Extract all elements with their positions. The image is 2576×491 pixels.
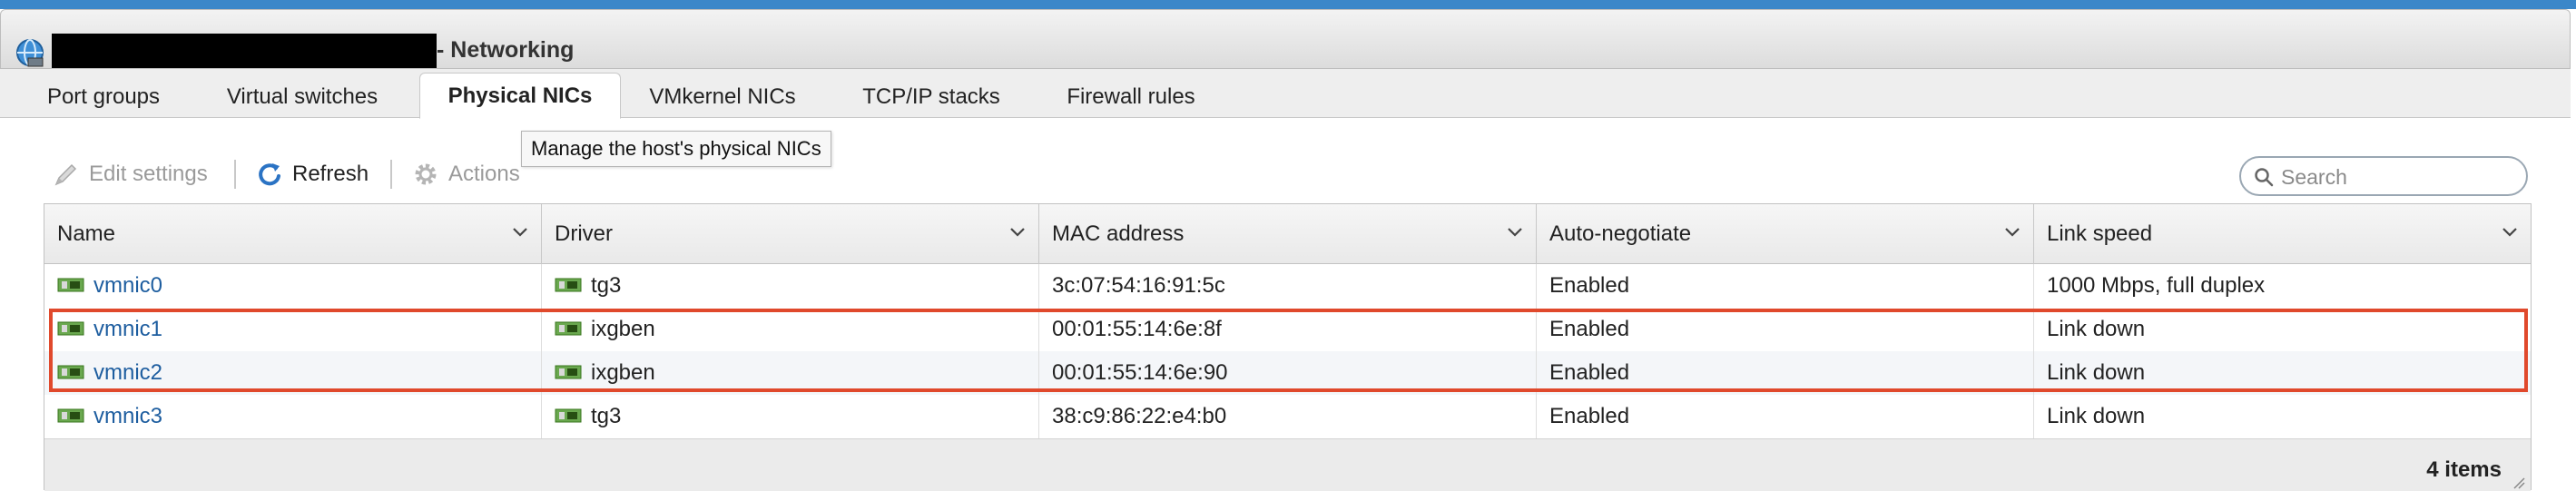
window-titlebar: - Networking bbox=[0, 9, 2571, 69]
column-header-link-speed[interactable]: Link speed bbox=[2034, 204, 2531, 264]
physical-nics-table: Name Driver MAC address Auto-negotiate L… bbox=[44, 203, 2532, 491]
item-count: 4 items bbox=[2426, 457, 2502, 482]
link-speed-cell: Link down bbox=[2047, 317, 2146, 341]
nic-card-icon bbox=[57, 365, 84, 379]
search-icon bbox=[2255, 168, 2274, 187]
driver-label: ixgben bbox=[591, 360, 655, 385]
column-header-auto-negotiate[interactable]: Auto-negotiate bbox=[1537, 204, 2034, 264]
nic-card-icon bbox=[555, 365, 582, 379]
nic-card-icon bbox=[555, 408, 582, 423]
column-header-driver[interactable]: Driver bbox=[542, 204, 1039, 264]
tab-tcpip-stacks[interactable]: TCP/IP stacks bbox=[842, 76, 1020, 118]
column-header-label: Link speed bbox=[2047, 221, 2153, 246]
top-accent-strip bbox=[0, 0, 2576, 9]
nic-card-icon bbox=[57, 278, 84, 292]
column-header-label: Auto-negotiate bbox=[1549, 221, 1692, 246]
nic-card-icon bbox=[555, 278, 582, 292]
mac-cell: 00:01:55:14:6e:90 bbox=[1039, 351, 1537, 395]
nic-name-link[interactable]: vmnic2 bbox=[93, 360, 162, 385]
gear-icon bbox=[415, 163, 437, 185]
link-speed-cell: Link down bbox=[2047, 360, 2146, 385]
chevron-down-icon[interactable] bbox=[1009, 227, 1026, 238]
mac-cell: 38:c9:86:22:e4:b0 bbox=[1039, 395, 1537, 438]
nic-name-link[interactable]: vmnic3 bbox=[93, 404, 162, 428]
nic-card-icon bbox=[57, 408, 84, 423]
host-globe-icon bbox=[16, 39, 44, 67]
mac-cell: 3c:07:54:16:91:5c bbox=[1039, 264, 1537, 308]
column-header-label: Name bbox=[57, 221, 116, 246]
driver-cell: tg3 bbox=[542, 395, 1039, 438]
column-header-mac[interactable]: MAC address bbox=[1039, 204, 1537, 264]
actions-label: Actions bbox=[448, 162, 520, 186]
link-speed-cell: 1000 Mbps, full duplex bbox=[2047, 273, 2266, 298]
refresh-button[interactable]: Refresh bbox=[256, 160, 383, 189]
tab-virtual-switches[interactable]: Virtual switches bbox=[207, 76, 398, 118]
edit-settings-label: Edit settings bbox=[89, 162, 208, 186]
tab-firewall-rules[interactable]: Firewall rules bbox=[1053, 76, 1209, 118]
chevron-down-icon[interactable] bbox=[1507, 227, 1523, 238]
search-input[interactable] bbox=[2279, 162, 2519, 192]
mac-cell: 00:01:55:14:6e:8f bbox=[1039, 308, 1537, 351]
nic-card-icon bbox=[57, 321, 84, 336]
chevron-down-icon[interactable] bbox=[2004, 227, 2020, 238]
driver-label: tg3 bbox=[591, 273, 622, 298]
refresh-label: Refresh bbox=[292, 162, 369, 186]
toolbar-divider bbox=[390, 160, 392, 189]
table-header: Name Driver MAC address Auto-negotiate L… bbox=[44, 204, 2531, 264]
driver-label: ixgben bbox=[591, 317, 655, 341]
nic-card-icon bbox=[555, 321, 582, 336]
toolbar-divider bbox=[234, 160, 236, 189]
tab-physical-nics[interactable]: Physical NICs bbox=[419, 73, 621, 119]
refresh-icon bbox=[259, 163, 280, 186]
table-row[interactable]: vmnic1 ixgben 00:01:55:14:6e:8f Enabled … bbox=[44, 308, 2531, 351]
chevron-down-icon[interactable] bbox=[512, 227, 528, 238]
driver-cell: tg3 bbox=[542, 264, 1039, 308]
column-header-name[interactable]: Name bbox=[44, 204, 542, 264]
name-cell: vmnic3 bbox=[44, 395, 542, 438]
table-row[interactable]: vmnic0 tg3 3c:07:54:16:91:5c Enabled 100… bbox=[44, 264, 2531, 308]
tab-tooltip: Manage the host's physical NICs bbox=[521, 131, 831, 167]
auto-negotiate-cell: Enabled bbox=[1537, 395, 2034, 438]
link-speed-cell: Link down bbox=[2047, 404, 2146, 428]
table-footer: 4 items bbox=[44, 438, 2531, 491]
nic-name-link[interactable]: vmnic1 bbox=[93, 317, 162, 341]
column-header-label: MAC address bbox=[1052, 221, 1185, 246]
driver-cell: ixgben bbox=[542, 351, 1039, 395]
auto-negotiate-cell: Enabled bbox=[1537, 351, 2034, 395]
tab-vmkernel-nics[interactable]: VMkernel NICs bbox=[634, 76, 811, 118]
nic-name-link[interactable]: vmnic0 bbox=[93, 273, 162, 298]
table-row[interactable]: vmnic3 tg3 38:c9:86:22:e4:b0 Enabled Lin… bbox=[44, 395, 2531, 438]
page-title: - Networking bbox=[437, 37, 575, 63]
chevron-down-icon[interactable] bbox=[2502, 227, 2518, 238]
tab-port-groups[interactable]: Port groups bbox=[22, 76, 185, 118]
resize-grip-icon[interactable] bbox=[2512, 476, 2525, 489]
redacted-hostname bbox=[52, 34, 437, 68]
auto-negotiate-cell: Enabled bbox=[1537, 308, 2034, 351]
name-cell: vmnic0 bbox=[44, 264, 542, 308]
column-header-label: Driver bbox=[555, 221, 613, 246]
auto-negotiate-cell: Enabled bbox=[1537, 264, 2034, 308]
name-cell: vmnic2 bbox=[44, 351, 542, 395]
driver-cell: ixgben bbox=[542, 308, 1039, 351]
table-row[interactable]: vmnic2 ixgben 00:01:55:14:6e:90 Enabled … bbox=[44, 351, 2531, 395]
search-box[interactable] bbox=[2239, 156, 2528, 196]
name-cell: vmnic1 bbox=[44, 308, 542, 351]
pencil-icon bbox=[54, 163, 77, 186]
actions-button[interactable]: Actions bbox=[412, 160, 539, 189]
driver-label: tg3 bbox=[591, 404, 622, 428]
edit-settings-button[interactable]: Edit settings bbox=[53, 160, 225, 189]
